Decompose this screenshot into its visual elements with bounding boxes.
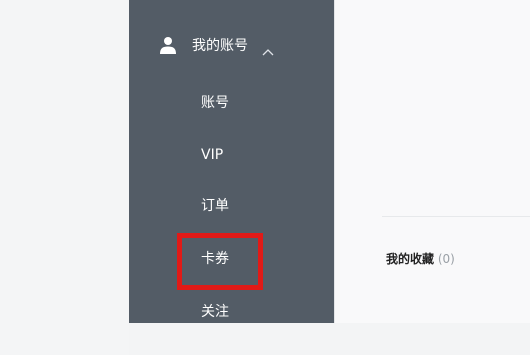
my-account-label: 我的账号 xyxy=(192,38,248,54)
sidebar-item-follows[interactable]: 关注 xyxy=(201,302,229,322)
sidebar-item-account[interactable]: 账号 xyxy=(201,93,229,113)
left-blank-area xyxy=(0,0,129,355)
user-icon xyxy=(159,36,177,54)
sidebar-item-vip[interactable]: VIP xyxy=(201,145,223,165)
content-divider xyxy=(382,216,530,217)
favorites-title: 我的收藏 xyxy=(386,252,435,266)
sidebar-item-orders[interactable]: 订单 xyxy=(201,196,229,216)
chevron-up-icon xyxy=(262,41,274,56)
favorites-header[interactable]: 我的收藏 (0) xyxy=(386,251,455,267)
favorites-count: (0) xyxy=(437,252,455,266)
my-account-toggle[interactable]: 我的账号 xyxy=(159,30,274,60)
main-content xyxy=(335,0,530,323)
sidebar-nav: 我的账号 账号 VIP 订单 卡券 关注 xyxy=(129,0,334,323)
sidebar-item-coupons[interactable]: 卡券 xyxy=(201,249,229,269)
